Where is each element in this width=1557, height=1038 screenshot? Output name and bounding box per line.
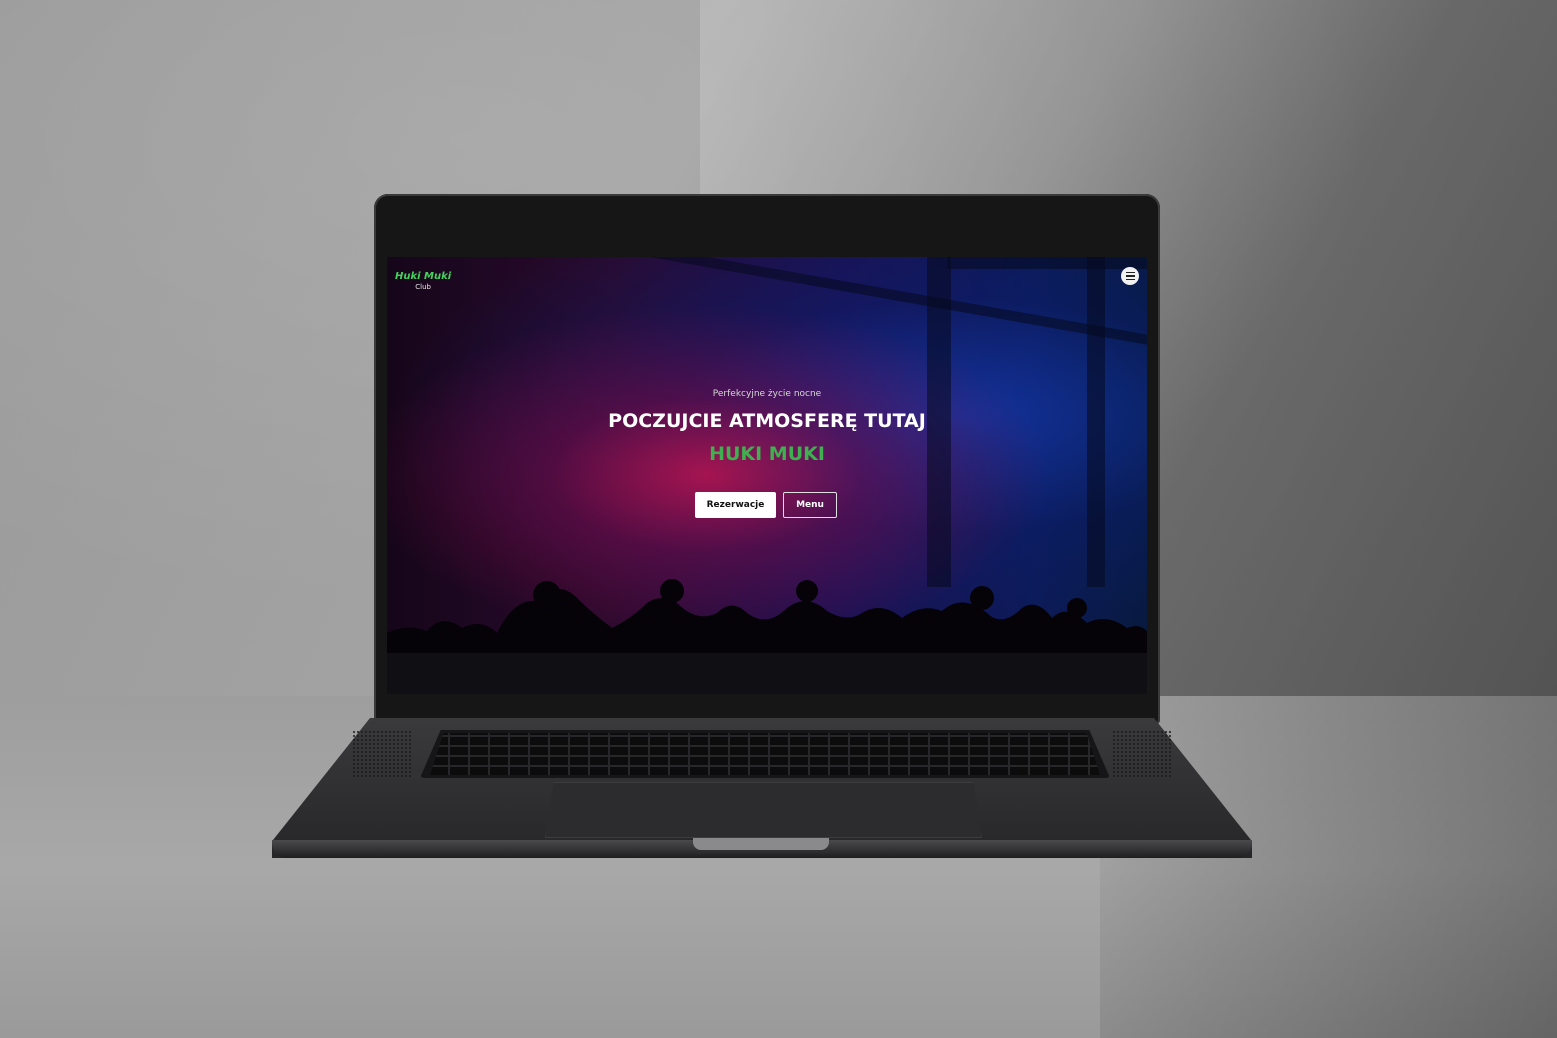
beam-diagonal <box>600 257 1147 346</box>
speaker-grille-left <box>352 730 412 778</box>
hamburger-icon <box>1125 271 1135 274</box>
beam-horizontal <box>947 257 1147 269</box>
hamburger-menu-button[interactable] <box>1121 267 1139 285</box>
hamburger-icon <box>1125 278 1135 281</box>
menu-button[interactable]: Menu <box>783 492 837 518</box>
crowd-silhouette <box>387 579 1147 653</box>
hamburger-icon <box>1125 275 1135 277</box>
screen-bottom-band <box>387 653 1147 694</box>
logo-name: Huki Muki <box>395 271 452 282</box>
hero-section: Huki Muki Club Perfekcyjne życie nocne P… <box>387 257 1147 653</box>
site-logo[interactable]: Huki Muki Club <box>395 271 451 291</box>
speaker-grille-right <box>1112 730 1172 778</box>
logo-subtitle: Club <box>415 283 431 291</box>
hero-tagline: Perfekcyjne życie nocne <box>712 389 822 399</box>
keyboard-keys <box>430 733 1100 775</box>
hero-brand: HUKI MUKI <box>709 443 825 465</box>
laptop-notch <box>693 838 829 850</box>
trackpad <box>545 782 982 838</box>
laptop-screen: Huki Muki Club Perfekcyjne życie nocne P… <box>387 257 1147 694</box>
reservations-button[interactable]: Rezerwacje <box>695 492 776 518</box>
hero-headline: POCZUJCIE ATMOSFERĘ TUTAJ <box>608 410 926 432</box>
